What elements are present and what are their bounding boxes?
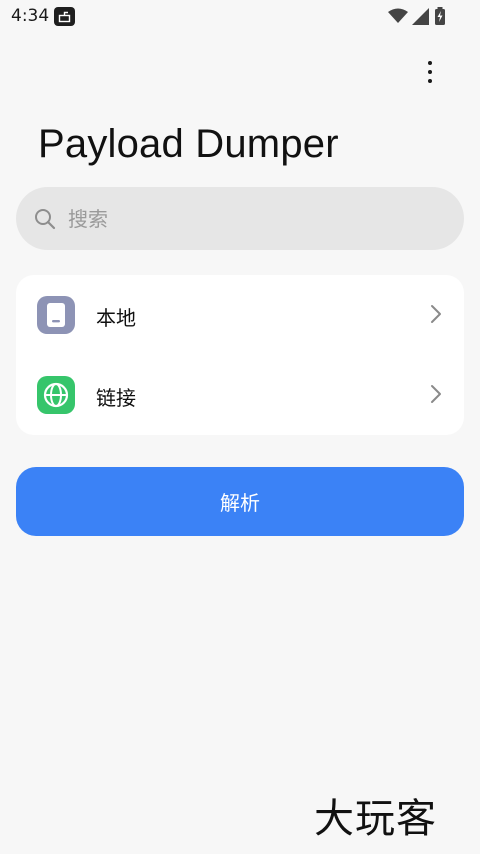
status-time: 4:34 [11, 6, 50, 26]
chevron-right-icon [430, 384, 442, 408]
search-input[interactable] [68, 203, 428, 235]
list-item-local[interactable]: 本地 [16, 275, 464, 355]
app-screen: 4:34 Payload Dumper 搜索 本地 链接 解析 大玩客 [0, 0, 480, 854]
parse-button[interactable]: 解析 [16, 467, 464, 536]
page-title: Payload Dumper [38, 122, 339, 166]
signal-icon [412, 7, 430, 29]
status-bar: 4:34 [0, 0, 480, 34]
chevron-right-icon [430, 304, 442, 328]
list-item-label: 本地 [96, 306, 136, 330]
more-vert-icon [428, 61, 432, 65]
notification-icon [54, 7, 75, 26]
source-list-card: 本地 链接 [16, 275, 464, 435]
watermark-logo: 大玩客 [314, 796, 437, 842]
wifi-icon [388, 8, 408, 28]
list-item-label: 链接 [96, 386, 136, 410]
battery-charging-icon [434, 7, 446, 29]
list-item-link[interactable]: 链接 [16, 355, 464, 435]
globe-icon [37, 376, 75, 414]
more-options-button[interactable] [414, 56, 446, 88]
search-icon [34, 208, 56, 234]
status-icons [388, 7, 446, 29]
tablet-icon [37, 296, 75, 334]
